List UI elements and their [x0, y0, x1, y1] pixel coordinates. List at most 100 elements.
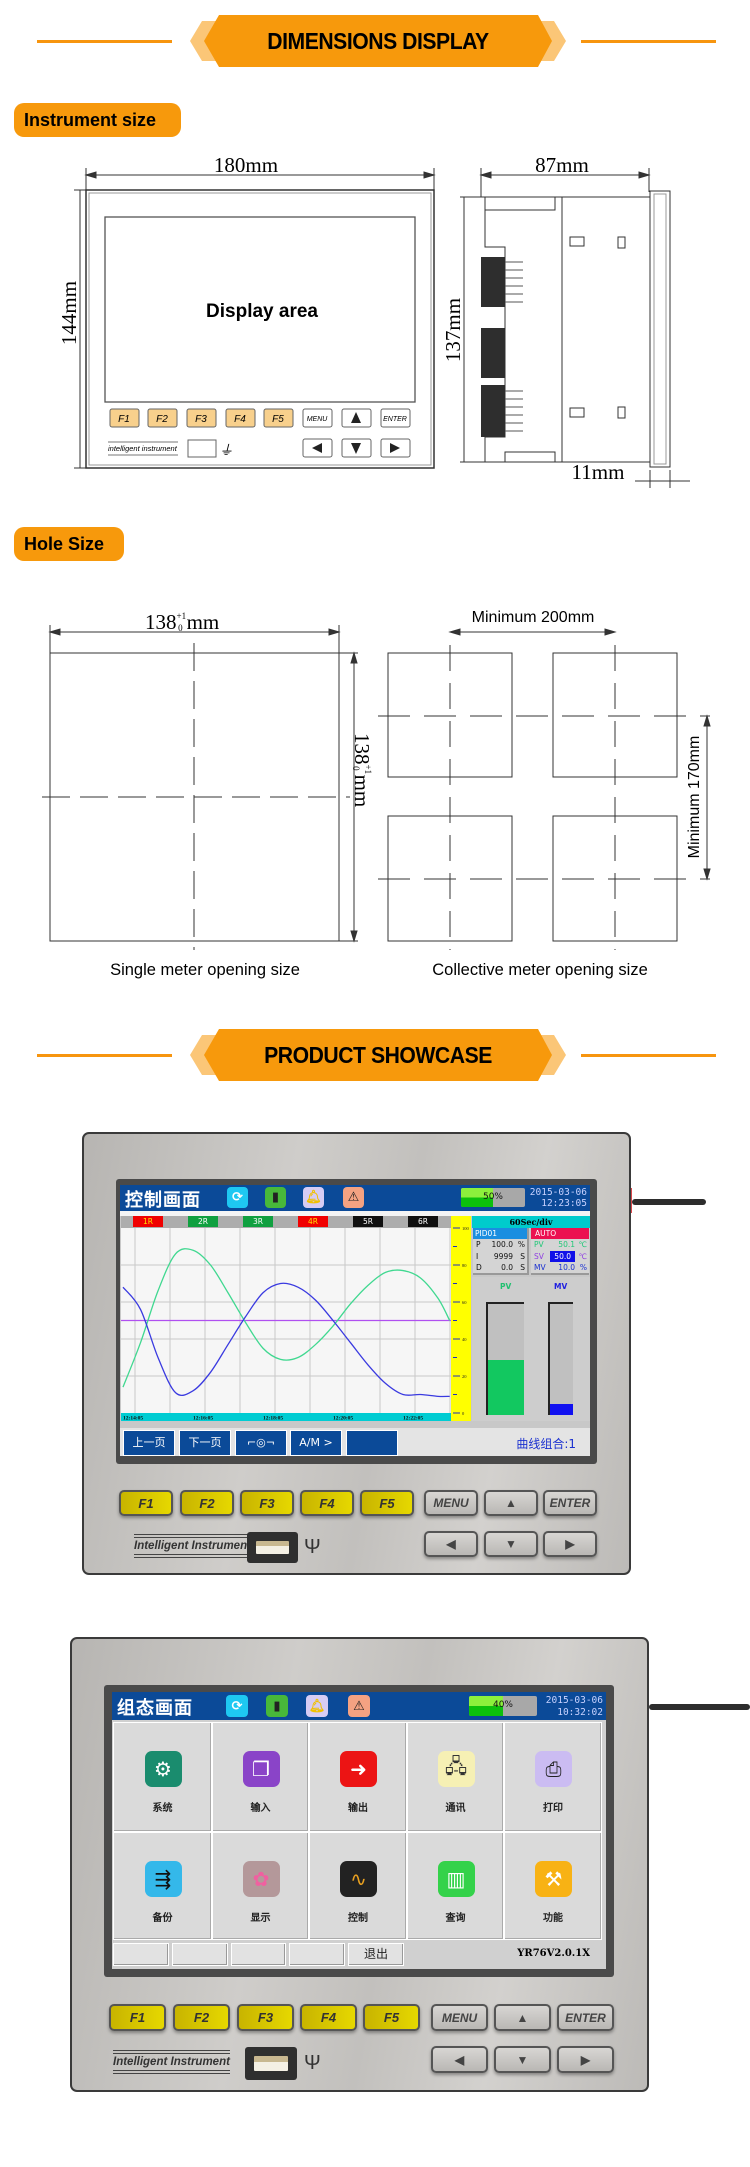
warning-icon[interactable]: ⚠: [343, 1187, 364, 1208]
blank-button[interactable]: [346, 1430, 398, 1456]
exit-button[interactable]: 退出: [348, 1943, 404, 1966]
pump-button[interactable]: ⌐◎¬: [235, 1430, 287, 1456]
param-name: D: [476, 1263, 482, 1272]
soft-button[interactable]: [231, 1943, 286, 1966]
param-value: 100.0: [491, 1240, 513, 1249]
enter-key[interactable]: ENTER: [557, 2004, 614, 2031]
soft-button[interactable]: [289, 1943, 345, 1966]
down-key[interactable]: ▼: [494, 2046, 551, 2073]
prev-page-button[interactable]: 上一页: [123, 1430, 175, 1456]
time-label: 12:23:05: [541, 1198, 587, 1209]
soft-button[interactable]: [113, 1943, 169, 1966]
menu-tile[interactable]: ∿ 控制: [309, 1832, 407, 1940]
menu-key[interactable]: MENU: [431, 2004, 488, 2031]
enter-key-label: ENTER: [383, 416, 407, 423]
f2-key-label: F2: [156, 414, 168, 425]
refresh-icon[interactable]: ⟳: [226, 1695, 248, 1717]
front-keys: F1 F2 F3 F4 F5 MENU ENTER intelligent in…: [108, 408, 411, 459]
f3-key[interactable]: F3: [237, 2004, 294, 2031]
down-key[interactable]: ▼: [484, 1531, 538, 1557]
f1-key[interactable]: F1: [119, 1490, 173, 1516]
f1-key-label: F1: [118, 414, 130, 425]
auto-manual-button[interactable]: A/M >: [290, 1430, 342, 1456]
warning-icon[interactable]: ⚠: [348, 1695, 370, 1717]
usb-symbol-icon: Ψ: [304, 1536, 321, 1558]
progress-label: 40%: [492, 1700, 513, 1710]
param-value: 50.0: [550, 1250, 575, 1262]
left-arrow-icon: ◀: [454, 2052, 465, 2067]
bar-panel: PV MV: [472, 1277, 590, 1421]
time-axis: [121, 1413, 451, 1421]
printer-icon: ⎙: [535, 1751, 572, 1787]
f5-key[interactable]: F5: [360, 1490, 414, 1516]
refresh-icon[interactable]: ⟳: [227, 1187, 248, 1208]
usb-drive-icon[interactable]: ▮: [266, 1695, 288, 1717]
param-unit: %: [517, 1240, 525, 1249]
usb-drive-icon[interactable]: ▮: [265, 1187, 286, 1208]
f5-key[interactable]: F5: [363, 2004, 420, 2031]
up-key[interactable]: ▲: [494, 2004, 551, 2031]
min-height-label: Minimum 170mm: [686, 736, 703, 859]
mode-panel: AUTO PV 50.1 ℃ SV 50.0 ℃ MV 10.0%: [531, 1228, 589, 1275]
divider-line: [581, 1054, 716, 1057]
enter-key[interactable]: ENTER: [543, 1490, 597, 1516]
bell-icon[interactable]: 🔔︎: [306, 1695, 328, 1717]
up-key[interactable]: ▲: [484, 1490, 538, 1516]
next-page-button[interactable]: 下一页: [179, 1430, 231, 1456]
usb-port[interactable]: [245, 2047, 297, 2080]
input-icon: ❐: [242, 1751, 280, 1787]
single-caption: Single meter opening size: [110, 961, 300, 979]
control-icon: ∿: [340, 1861, 377, 1897]
time-div-header: 60Sec/div: [472, 1216, 590, 1228]
menu-tile-label: 输出: [348, 1803, 368, 1814]
right-key[interactable]: ▶: [543, 1531, 597, 1557]
f1-key[interactable]: F1: [109, 2004, 166, 2031]
brand-label: intelligent instrument: [108, 444, 178, 453]
left-key[interactable]: ◀: [431, 2046, 488, 2073]
soft-button[interactable]: [172, 1943, 228, 1966]
scale-tick-label: 100: [462, 1226, 470, 1231]
f2-key[interactable]: F2: [173, 2004, 230, 2031]
menu-tile[interactable]: ➜ 输出: [309, 1722, 407, 1832]
hole-size-badge: Hole Size: [14, 527, 124, 561]
menu-tile[interactable]: ❐ 输入: [212, 1722, 309, 1832]
menu-tile-label: 控制: [348, 1913, 368, 1924]
screen-title: 控制画面: [125, 1190, 201, 1211]
right-key[interactable]: ▶: [557, 2046, 614, 2073]
f3-key-label: F3: [195, 414, 207, 425]
config-screen: 组态画面 ⟳ ▮ 🔔︎ ⚠ 40% 2015-03-06 10:32:02 ⚙ 系…: [112, 1692, 606, 1969]
time-tick-label: 12:20:05: [333, 1416, 353, 1422]
version-label: YR76V2.0.1X: [517, 1948, 590, 1959]
menu-tile-label: 查询: [445, 1913, 466, 1924]
collective-caption: Collective meter opening size: [432, 961, 648, 979]
f4-key[interactable]: F4: [300, 1490, 354, 1516]
menu-tile[interactable]: ⚒ 功能: [504, 1832, 602, 1940]
usb-symbol-icon: Ψ: [304, 2052, 321, 2074]
mv-label: MV: [554, 1282, 568, 1291]
recorder-device-config: 组态画面 ⟳ ▮ 🔔︎ ⚠ 40% 2015-03-06 10:32:02 ⚙ 系…: [70, 1637, 649, 2092]
param-row: I 9999 S: [473, 1251, 527, 1263]
menu-tile[interactable]: 🖧︎ 通讯: [407, 1722, 504, 1832]
f3-key[interactable]: F3: [240, 1490, 294, 1516]
progress-label: 50%: [482, 1192, 503, 1202]
bell-icon[interactable]: 🔔︎: [303, 1187, 324, 1208]
time-label: 10:32:02: [557, 1707, 603, 1718]
query-icon: ▥: [437, 1861, 475, 1897]
divider-line: [37, 40, 172, 43]
usb-port[interactable]: [247, 1532, 298, 1563]
menu-tile[interactable]: ▥ 查询: [407, 1832, 504, 1940]
f2-key[interactable]: F2: [180, 1490, 234, 1516]
pid-name: PID01: [473, 1228, 527, 1239]
menu-tile[interactable]: ✿ 显示: [212, 1832, 309, 1940]
menu-tile[interactable]: ⚙ 系统: [113, 1722, 212, 1832]
function-icon: ⚒: [535, 1861, 572, 1897]
menu-tile[interactable]: ⎙ 打印: [504, 1722, 602, 1832]
down-arrow-icon: ▼: [505, 1537, 517, 1551]
f4-key[interactable]: F4: [300, 2004, 357, 2031]
menu-tile-label: 备份: [152, 1913, 173, 1924]
param-unit: ℃: [578, 1240, 587, 1249]
left-key[interactable]: ◀: [424, 1531, 478, 1557]
menu-tile[interactable]: ⇶ 备份: [113, 1832, 212, 1940]
gear-icon: ⚙: [144, 1751, 182, 1787]
menu-key[interactable]: MENU: [424, 1490, 478, 1516]
